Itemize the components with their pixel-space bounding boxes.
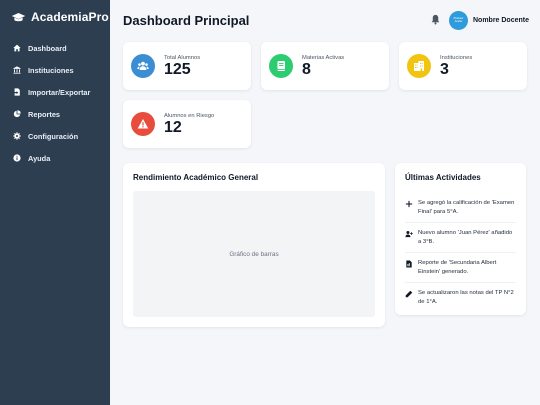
activity-item[interactable]: Nuevo alumno 'Juan Pérez' añadido a 3°B. (405, 223, 516, 254)
users-icon (131, 54, 155, 78)
sidebar-item-label: Importar/Exportar (28, 87, 91, 97)
info-icon (12, 153, 22, 163)
stat-value: 12 (164, 118, 182, 136)
stat-card-instituciones[interactable]: Instituciones 3 (399, 42, 527, 90)
activity-text: Nuevo alumno 'Juan Pérez' añadido a 3°B. (418, 230, 513, 245)
pencil-icon (405, 290, 414, 299)
book-icon (269, 54, 293, 78)
main-content: Dashboard Principal Profesor Avatar Nomb… (110, 0, 540, 405)
institution-icon (12, 65, 22, 75)
activities-panel: Últimas Actividades Se agregó la calific… (395, 163, 526, 315)
stat-card-materias-activas[interactable]: Materias Activas 8 (261, 42, 389, 90)
pie-chart-icon (12, 109, 22, 119)
activities-list: Se agregó la calificación de 'Examen Fin… (405, 193, 516, 313)
sidebar-item-label: Reportes (28, 109, 61, 119)
file-import-icon (12, 87, 22, 97)
user-name[interactable]: Nombre Docente (473, 17, 529, 24)
stat-value: 125 (164, 60, 191, 78)
stat-label: Total Alumnos (164, 54, 201, 61)
activities-title: Últimas Actividades (405, 173, 481, 182)
graduation-cap-icon (11, 11, 26, 23)
sidebar-item-instituciones[interactable]: Instituciones (0, 59, 110, 81)
stat-label: Alumnos en Riesgo (164, 112, 215, 119)
stat-text: Alumnos en Riesgo 12 (164, 113, 214, 136)
sidebar-item-label: Configuración (28, 131, 79, 141)
stat-value: 3 (440, 60, 449, 78)
stat-text: Materias Activas 8 (302, 55, 344, 78)
performance-title: Rendimiento Académico General (133, 173, 259, 182)
avatar[interactable]: Profesor Avatar (448, 10, 468, 30)
user-area: Profesor Avatar Nombre Docente (430, 10, 529, 30)
page-title: Dashboard Principal (123, 12, 250, 28)
stat-value: 8 (302, 60, 311, 78)
sidebar-item-ayuda[interactable]: Ayuda (0, 147, 110, 169)
header: Dashboard Principal Profesor Avatar Nomb… (123, 9, 529, 31)
building-icon (407, 54, 431, 78)
stat-text: Total Alumnos 125 (164, 55, 200, 78)
sidebar-item-label: Instituciones (28, 65, 74, 75)
sidebar: AcademiaPro Dashboard Instituciones Impo… (0, 0, 110, 405)
stat-text: Instituciones 3 (440, 55, 472, 78)
activity-text: Se actualizaron las notas del TP N°2 de … (418, 290, 514, 305)
activity-text: Reporte de 'Secundaria Albert Einstein' … (418, 260, 497, 275)
stat-card-total-alumnos[interactable]: Total Alumnos 125 (123, 42, 251, 90)
activity-item[interactable]: Se actualizaron las notas del TP N°2 de … (405, 283, 516, 312)
brand-name: AcademiaPro (31, 10, 109, 24)
performance-panel: Rendimiento Académico General Gráfico de… (123, 163, 385, 327)
file-icon (405, 260, 414, 269)
sidebar-item-label: Ayuda (28, 153, 51, 163)
sidebar-item-dashboard[interactable]: Dashboard (0, 37, 110, 59)
sidebar-item-importar-exportar[interactable]: Importar/Exportar (0, 81, 110, 103)
sidebar-nav: Dashboard Instituciones Importar/Exporta… (0, 37, 110, 169)
bar-chart-placeholder: Gráfico de barras (133, 191, 375, 317)
bell-icon[interactable] (430, 14, 442, 26)
activity-item[interactable]: Se agregó la calificación de 'Examen Fin… (405, 193, 516, 224)
activity-text: Se agregó la calificación de 'Examen Fin… (418, 200, 515, 215)
activity-item[interactable]: Reporte de 'Secundaria Albert Einstein' … (405, 253, 516, 284)
home-icon (12, 43, 22, 53)
warning-icon (131, 112, 155, 136)
stat-card-alumnos-en-riesgo[interactable]: Alumnos en Riesgo 12 (123, 100, 251, 148)
sidebar-item-configuracion[interactable]: Configuración (0, 125, 110, 147)
avatar-text: Avatar (454, 20, 463, 23)
user-plus-icon (405, 230, 414, 239)
plus-icon (405, 200, 414, 209)
stat-label: Materias Activas (302, 54, 345, 61)
chart-placeholder-text: Gráfico de barras (229, 250, 279, 258)
sidebar-item-label: Dashboard (28, 43, 67, 53)
sidebar-item-reportes[interactable]: Reportes (0, 103, 110, 125)
stat-label: Instituciones (440, 54, 473, 61)
brand[interactable]: AcademiaPro (0, 0, 110, 34)
gear-icon (12, 131, 22, 141)
